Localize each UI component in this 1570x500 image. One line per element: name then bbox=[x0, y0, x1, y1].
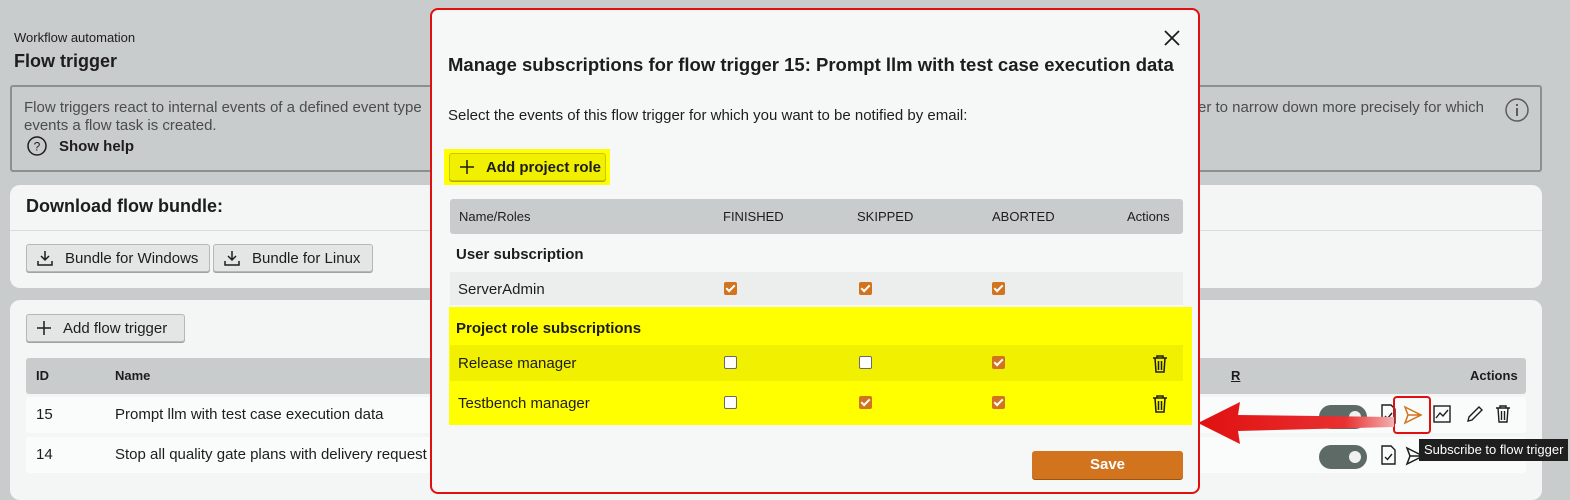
col-finished: FINISHED bbox=[723, 209, 784, 224]
show-help-button[interactable]: ? Show help bbox=[26, 135, 134, 157]
dialog-title: Manage subscriptions for flow trigger 15… bbox=[448, 54, 1174, 75]
add-flow-trigger-button[interactable]: Add flow trigger bbox=[26, 314, 185, 342]
breadcrumb: Workflow automation bbox=[14, 30, 136, 45]
plus-icon bbox=[460, 160, 474, 174]
row-name: ServerAdmin bbox=[458, 281, 545, 298]
row-id: 14 bbox=[36, 446, 53, 463]
show-help-label: Show help bbox=[59, 137, 134, 155]
download-heading: Download flow bundle: bbox=[26, 196, 223, 216]
table-row: Testbench manager bbox=[450, 385, 1183, 421]
delete-icon[interactable] bbox=[1493, 404, 1513, 424]
download-icon bbox=[224, 251, 240, 266]
finished-checkbox[interactable] bbox=[724, 396, 737, 409]
save-label: Save bbox=[1089, 456, 1126, 473]
annotation-arrow bbox=[1198, 402, 1394, 444]
bundle-windows-button[interactable]: Bundle for Windows bbox=[26, 244, 210, 272]
col-name-roles: Name/Roles bbox=[459, 209, 531, 224]
col-r[interactable]: R bbox=[1231, 368, 1240, 383]
svg-text:?: ? bbox=[34, 140, 41, 154]
user-section-heading: User subscription bbox=[456, 246, 584, 263]
subscriptions-dialog: Manage subscriptions for flow trigger 15… bbox=[430, 8, 1200, 494]
bundle-windows-label: Bundle for Windows bbox=[65, 249, 199, 267]
info-text-left: Flow triggers react to internal events o… bbox=[24, 99, 422, 116]
skipped-checkbox[interactable] bbox=[859, 282, 872, 295]
save-button[interactable]: Save bbox=[1032, 451, 1183, 479]
col-skipped: SKIPPED bbox=[857, 209, 914, 224]
role-section-heading: Project role subscriptions bbox=[456, 320, 642, 337]
page-title: Flow trigger bbox=[14, 51, 117, 71]
col-actions: Actions bbox=[1470, 368, 1518, 383]
close-icon[interactable] bbox=[1164, 30, 1180, 46]
aborted-checkbox[interactable] bbox=[992, 356, 1005, 369]
skipped-checkbox[interactable] bbox=[859, 356, 872, 369]
row-id: 15 bbox=[36, 406, 53, 423]
tooltip: Subscribe to flow trigger bbox=[1419, 439, 1569, 461]
aborted-checkbox[interactable] bbox=[992, 396, 1005, 409]
bundle-linux-label: Bundle for Linux bbox=[252, 249, 361, 267]
bundle-linux-button[interactable]: Bundle for Linux bbox=[213, 244, 373, 272]
plus-icon bbox=[37, 321, 51, 335]
role-section-highlight: Project role subscriptions Release manag… bbox=[449, 307, 1192, 425]
row-name: Release manager bbox=[458, 355, 577, 372]
download-icon bbox=[37, 251, 53, 266]
info-icon bbox=[1505, 98, 1529, 122]
row-name: Testbench manager bbox=[458, 395, 590, 412]
row-name: Prompt llm with test case execution data bbox=[115, 406, 384, 423]
info-text-right: er to narrow down more precisely for whi… bbox=[1198, 99, 1484, 116]
aborted-checkbox[interactable] bbox=[992, 282, 1005, 295]
delete-icon[interactable] bbox=[1151, 354, 1169, 374]
finished-checkbox[interactable] bbox=[724, 282, 737, 295]
delete-icon[interactable] bbox=[1151, 394, 1169, 414]
row-name: Stop all quality gate plans with deliver… bbox=[115, 446, 427, 463]
col-aborted: ABORTED bbox=[992, 209, 1055, 224]
help-circle-icon: ? bbox=[27, 136, 47, 156]
dialog-subtitle: Select the events of this flow trigger f… bbox=[448, 107, 968, 124]
add-project-role-label: Add project role bbox=[486, 158, 602, 176]
document-check-icon[interactable] bbox=[1378, 445, 1398, 465]
info-text-line2: events a flow task is created. bbox=[24, 117, 217, 134]
col-actions: Actions bbox=[1127, 209, 1170, 224]
table-row: ServerAdmin bbox=[450, 272, 1183, 305]
finished-checkbox[interactable] bbox=[724, 356, 737, 369]
col-id: ID bbox=[36, 368, 49, 383]
col-name: Name bbox=[115, 368, 151, 383]
enable-toggle[interactable] bbox=[1319, 445, 1367, 469]
edit-icon[interactable] bbox=[1465, 404, 1485, 424]
add-flow-trigger-label: Add flow trigger bbox=[63, 319, 168, 337]
table-row: Release manager bbox=[450, 345, 1183, 381]
skipped-checkbox[interactable] bbox=[859, 396, 872, 409]
subscriptions-table-header: Name/Roles FINISHED SKIPPED ABORTED Acti… bbox=[450, 199, 1183, 234]
send-icon[interactable] bbox=[1403, 405, 1423, 425]
chart-icon[interactable] bbox=[1432, 404, 1452, 424]
add-project-role-button[interactable]: Add project role bbox=[449, 153, 606, 181]
